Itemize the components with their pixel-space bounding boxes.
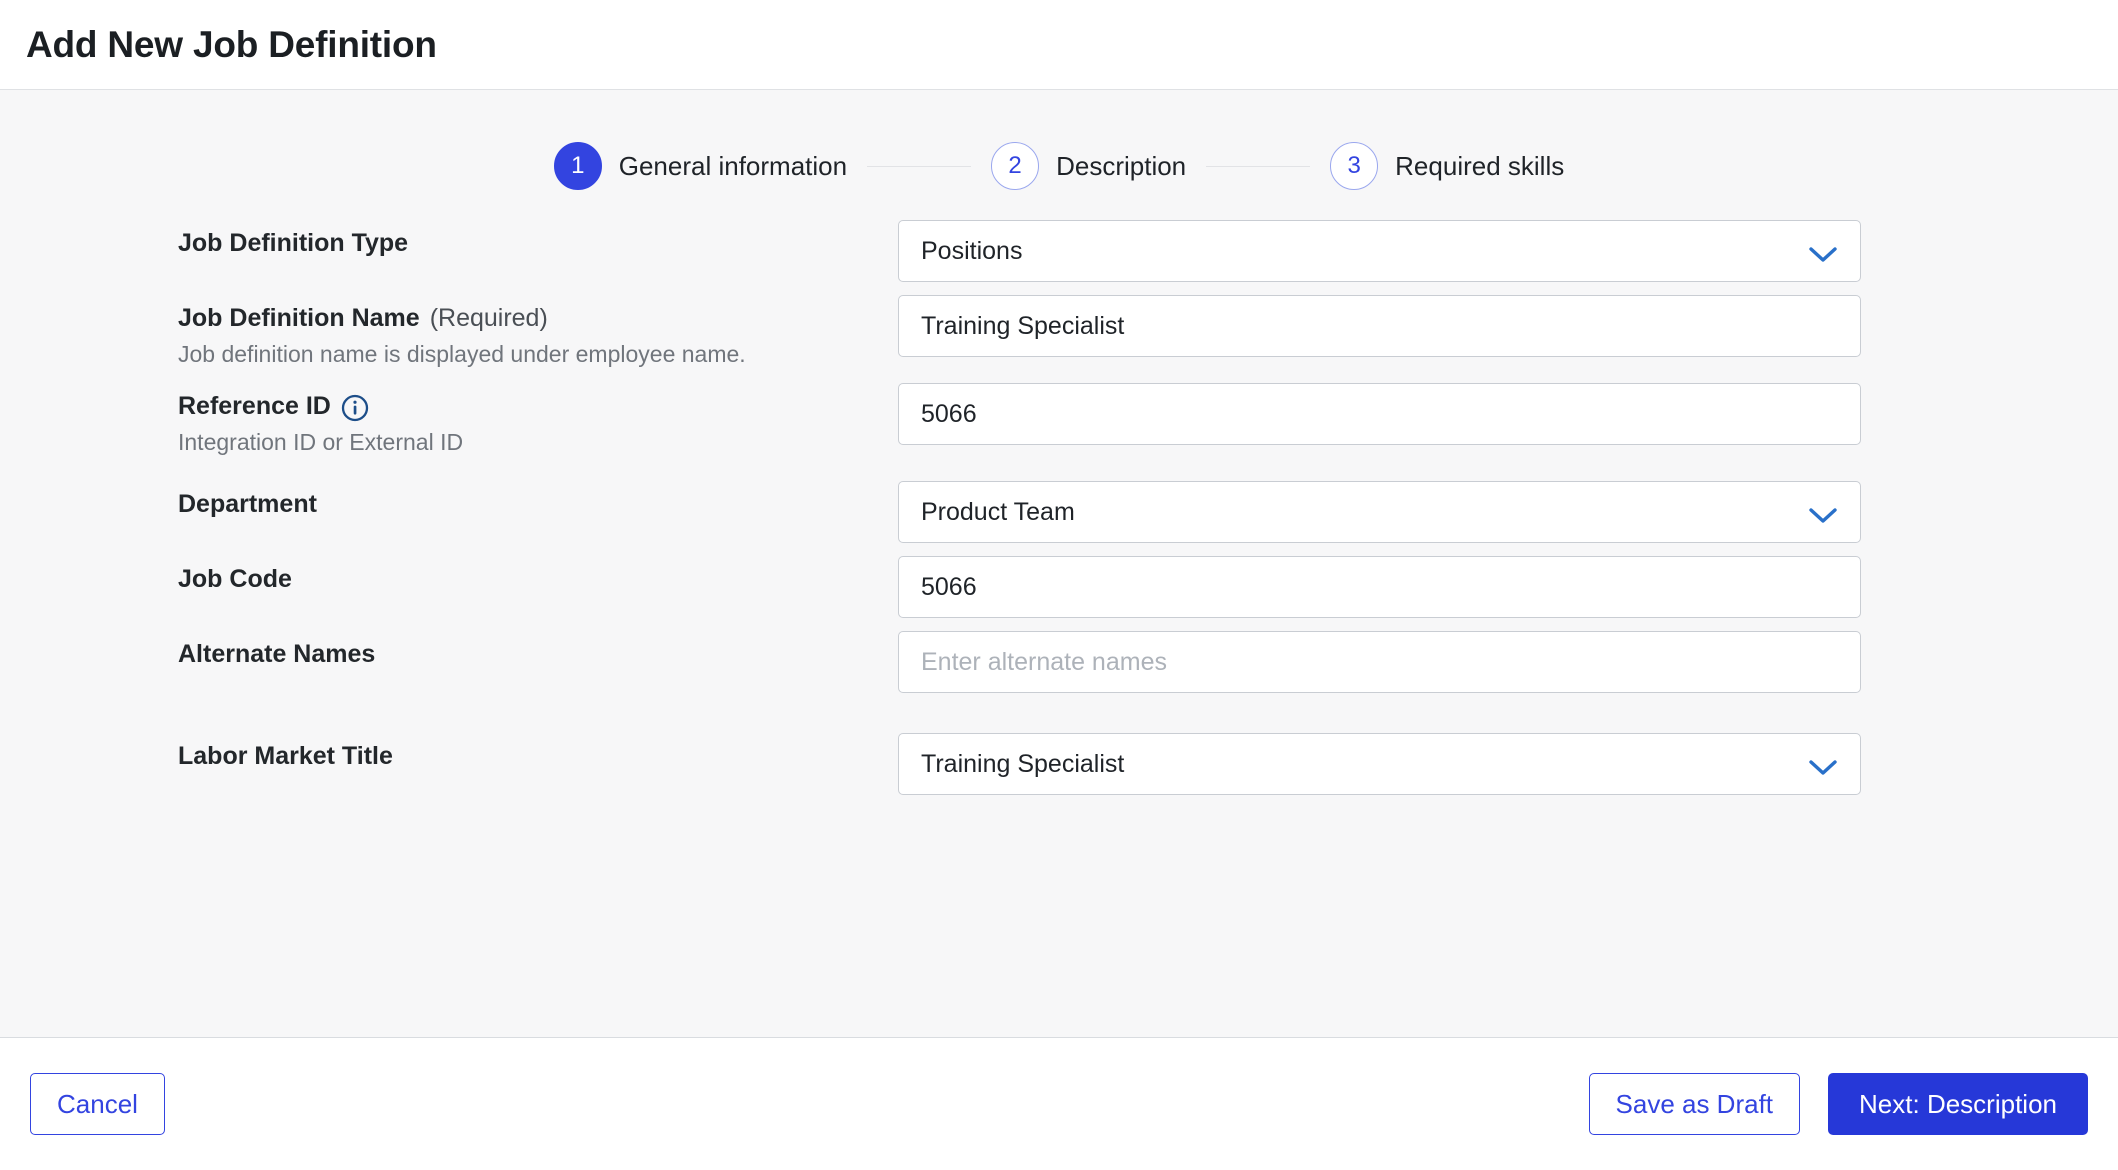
job-definition-type-select[interactable]: Positions — [898, 220, 1861, 282]
label-department: Department — [178, 489, 898, 520]
field-label-column: Reference ID Integration ID or External … — [178, 383, 898, 458]
label-job-definition-name: Job Definition Name (Required) — [178, 303, 898, 334]
field-reference-id: Reference ID Integration ID or External … — [0, 383, 2118, 458]
step-connector-2 — [1206, 165, 1311, 167]
field-control-column: Positions — [898, 220, 1861, 282]
step-3-label: Required skills — [1395, 150, 1565, 181]
field-label-column: Job Definition Name (Required) Job defin… — [178, 295, 898, 370]
field-label-column: Alternate Names — [178, 631, 898, 670]
add-job-definition-page: Add New Job Definition 1 General informa… — [0, 0, 2118, 1170]
field-control-column: Product Team — [898, 481, 1861, 544]
field-control-column: Training Specialist — [898, 295, 1861, 357]
labor-market-title-value: Training Specialist — [921, 749, 1125, 778]
wizard-stepper: 1 General information 2 Description 3 Re… — [0, 90, 2118, 190]
field-label-column: Job Code — [178, 556, 898, 595]
label-text: Reference ID — [178, 392, 331, 421]
chevron-down-icon — [1808, 755, 1838, 775]
label-reference-id: Reference ID — [178, 391, 898, 422]
help-job-definition-name: Job definition name is displayed under e… — [178, 341, 746, 368]
step-3-circle: 3 — [1330, 142, 1379, 190]
step-required-skills[interactable]: 3 Required skills — [1330, 142, 1564, 190]
step-general-information[interactable]: 1 General information — [553, 142, 848, 190]
label-text: Labor Market Title — [178, 742, 393, 771]
field-labor-market-title: Labor Market Title Training Specialist — [0, 733, 2118, 796]
label-text: Alternate Names — [178, 640, 376, 669]
alternate-names-placeholder: Enter alternate names — [921, 647, 1167, 676]
footer-actions: Save as Draft Next: Description — [1588, 1073, 2088, 1135]
field-control-column: 5066 — [898, 383, 1861, 446]
job-definition-name-input[interactable]: Training Specialist — [898, 295, 1861, 357]
field-label-column: Job Definition Type — [178, 220, 898, 259]
next-description-button[interactable]: Next: Description — [1828, 1073, 2088, 1135]
step-1-label: General information — [618, 150, 848, 181]
reference-id-input[interactable]: 5066 — [898, 383, 1861, 446]
step-description[interactable]: 2 Description — [991, 142, 1186, 190]
label-job-definition-type: Job Definition Type — [178, 228, 898, 259]
required-tag: (Required) — [429, 304, 548, 332]
label-alternate-names: Alternate Names — [178, 639, 898, 670]
job-code-value: 5066 — [921, 572, 977, 601]
alternate-names-input[interactable]: Enter alternate names — [898, 631, 1861, 694]
department-value: Product Team — [921, 497, 1075, 526]
info-icon[interactable] — [341, 394, 369, 422]
step-2-label: Description — [1056, 150, 1187, 181]
field-alternate-names: Alternate Names Enter alternate names — [0, 631, 2118, 694]
field-job-code: Job Code 5066 — [0, 556, 2118, 619]
page-title: Add New Job Definition — [26, 23, 437, 65]
field-department: Department Product Team — [0, 481, 2118, 544]
step-2-circle: 2 — [991, 142, 1040, 190]
label-text: Job Code — [178, 565, 292, 594]
field-label-column: Department — [178, 481, 898, 520]
chevron-down-icon — [1808, 503, 1838, 523]
form-content-area: 1 General information 2 Description 3 Re… — [0, 90, 2118, 1037]
field-control-column: 5066 — [898, 556, 1861, 619]
form-footer: Cancel Save as Draft Next: Description — [0, 1037, 2118, 1170]
page-header: Add New Job Definition — [0, 0, 2118, 90]
job-code-input[interactable]: 5066 — [898, 556, 1861, 619]
department-select[interactable]: Product Team — [898, 481, 1861, 544]
job-definition-name-value: Training Specialist — [921, 311, 1125, 340]
labor-market-title-select[interactable]: Training Specialist — [898, 733, 1861, 796]
field-label-column: Labor Market Title — [178, 733, 898, 772]
save-as-draft-button[interactable]: Save as Draft — [1588, 1073, 1801, 1135]
label-text: Department — [178, 490, 317, 519]
step-connector-1 — [867, 165, 972, 167]
label-labor-market-title: Labor Market Title — [178, 741, 898, 772]
help-reference-id: Integration ID or External ID — [178, 429, 464, 456]
job-definition-form: Job Definition Type Positions Job Defini… — [0, 190, 2118, 796]
cancel-button[interactable]: Cancel — [30, 1073, 165, 1135]
job-definition-type-value: Positions — [921, 236, 1023, 265]
label-job-code: Job Code — [178, 564, 898, 595]
reference-id-value: 5066 — [921, 399, 977, 428]
chevron-down-icon — [1808, 242, 1838, 262]
field-job-definition-type: Job Definition Type Positions — [0, 220, 2118, 282]
field-job-definition-name: Job Definition Name (Required) Job defin… — [0, 295, 2118, 370]
label-text: Job Definition Type — [178, 229, 409, 257]
label-text: Job Definition Name — [178, 304, 420, 332]
field-control-column: Training Specialist — [898, 733, 1861, 796]
step-1-circle: 1 — [553, 142, 602, 190]
field-control-column: Enter alternate names — [898, 631, 1861, 694]
